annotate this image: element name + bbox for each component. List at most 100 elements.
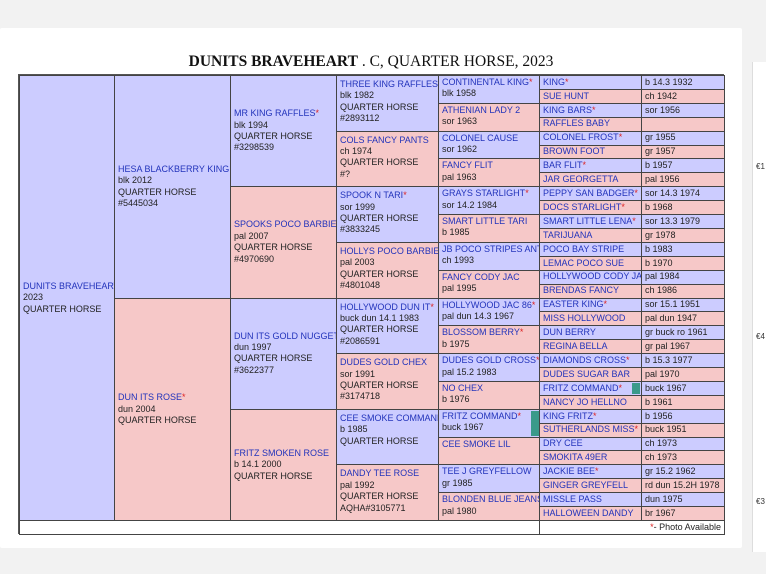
- gen3-horse[interactable]: DANDY TEE ROSE pal 1992 QUARTER HORSE AQHA#…: [336, 464, 439, 521]
- gen5-horse[interactable]: DRY CEE: [539, 436, 642, 452]
- gen3-horse-name[interactable]: CEE SMOKE COMMAND: [340, 413, 438, 423]
- gen5-horse[interactable]: LEMAC POCO SUE: [539, 255, 642, 271]
- gen5-horse-name[interactable]: DRY CEE: [543, 438, 583, 449]
- gen5-horse[interactable]: NANCY JO HELLNO: [539, 394, 642, 410]
- gen5-horse-name[interactable]: POCO BAY STRIPE: [543, 244, 624, 255]
- gen5-horse-name[interactable]: SMART LITTLE LENA: [543, 216, 632, 227]
- gen4-horse-name[interactable]: HOLLYWOOD JAC 86: [442, 300, 532, 310]
- gen4-horse-name[interactable]: JB POCO STRIPES ANT: [442, 244, 539, 254]
- gen5-horse-name[interactable]: FRITZ COMMAND: [543, 383, 619, 394]
- gen4-horse-name[interactable]: SMART LITTLE TARI: [442, 216, 527, 226]
- gen5-horse-name[interactable]: JACKIE BEE: [543, 466, 595, 477]
- gen4-horse[interactable]: SMART LITTLE TARI b 1985: [438, 214, 540, 243]
- gen4-horse[interactable]: NO CHEX b 1976: [438, 380, 540, 410]
- gen4-horse[interactable]: FANCY FLIT pal 1963: [438, 158, 540, 188]
- gen5-horse[interactable]: BAR FLIT *: [539, 158, 642, 174]
- gen5-horse[interactable]: COLONEL FROST *: [539, 130, 642, 146]
- gen3-horse[interactable]: SPOOK N TARI* sor 1999 QUARTER HORSE #38332…: [336, 186, 439, 243]
- gen4-horse-name[interactable]: NO CHEX: [442, 383, 483, 393]
- gen4-horse-name[interactable]: BLONDEN BLUE JEANS: [442, 494, 539, 504]
- gen5-horse-name[interactable]: KING: [543, 77, 565, 88]
- gen5-horse[interactable]: RAFFLES BABY: [539, 116, 642, 132]
- gen4-horse-name[interactable]: ATHENIAN LADY 2: [442, 105, 520, 115]
- subject-horse[interactable]: DUNITS BRAVEHEART 2023 QUARTER HORSE: [19, 75, 115, 521]
- gen4-horse-name[interactable]: CONTINENTAL KING: [442, 77, 529, 87]
- gen5-horse[interactable]: HALLOWEEN DANDY: [539, 506, 642, 521]
- listing-price[interactable]: €4: [756, 332, 765, 341]
- gen5-horse-name[interactable]: GINGER GREYFELL: [543, 480, 628, 491]
- gen5-horse[interactable]: JAR GEORGETTA: [539, 172, 642, 188]
- gen4-horse-name[interactable]: TEE J GREYFELLOW: [442, 466, 532, 476]
- gen5-horse-name[interactable]: MISS HOLLYWOOD: [543, 313, 625, 324]
- gen5-horse[interactable]: HOLLYWOOD CODY JAC: [539, 269, 642, 285]
- gen3-horse-name[interactable]: DUDES GOLD CHEX: [340, 357, 427, 367]
- gen5-horse-name[interactable]: SMOKITA 49ER: [543, 452, 607, 463]
- gen5-horse[interactable]: BROWN FOOT: [539, 144, 642, 160]
- gen4-horse[interactable]: ATHENIAN LADY 2 sor 1963: [438, 102, 540, 132]
- gen2-horse-name[interactable]: FRITZ SMOKEN ROSE: [234, 448, 329, 458]
- gen4-horse[interactable]: DUDES GOLD CROSS* pal 15.2 1983: [438, 353, 540, 382]
- gen4-horse[interactable]: CEE SMOKE LIL: [438, 436, 540, 466]
- gen5-horse[interactable]: JACKIE BEE *: [539, 464, 642, 480]
- gen5-horse-name[interactable]: BAR FLIT: [543, 160, 583, 171]
- listing-price[interactable]: €3: [756, 497, 765, 506]
- gen5-horse[interactable]: FRITZ COMMAND *: [539, 380, 642, 396]
- gen5-horse-name[interactable]: HOLLYWOOD CODY JAC: [543, 271, 641, 282]
- gen5-horse-name[interactable]: EASTER KING: [543, 299, 604, 310]
- subject-horse-name[interactable]: DUNITS BRAVEHEART: [23, 281, 114, 291]
- gen4-horse-name[interactable]: DUDES GOLD CROSS: [442, 355, 536, 365]
- gen5-horse[interactable]: KING BARS *: [539, 102, 642, 118]
- gen5-horse-name[interactable]: DIAMONDS CROSS: [543, 355, 626, 366]
- gen5-horse-name[interactable]: SUTHERLANDS MISS: [543, 424, 635, 435]
- gen2-horse[interactable]: SPOOKS POCO BARBIE*pal 2007QUARTER HORSE…: [230, 186, 337, 299]
- dam-name[interactable]: DUN ITS ROSE: [118, 392, 182, 402]
- gen5-horse-name[interactable]: SUE HUNT: [543, 91, 589, 102]
- gen5-horse[interactable]: SMART LITTLE LENA *: [539, 214, 642, 229]
- gen3-horse[interactable]: HOLLYWOOD DUN IT* buck dun 14.1 1983 QUART…: [336, 297, 439, 355]
- gen2-horse-name[interactable]: SPOOKS POCO BARBIE: [234, 220, 336, 230]
- gen5-horse[interactable]: SUE HUNT: [539, 88, 642, 104]
- gen3-horse-name[interactable]: DANDY TEE ROSE: [340, 468, 419, 478]
- gen3-horse-name[interactable]: HOLLYWOOD DUN IT: [340, 302, 430, 312]
- gen4-horse[interactable]: COLONEL CAUSE sor 1962: [438, 130, 540, 160]
- gen5-horse[interactable]: EASTER KING *: [539, 297, 642, 313]
- dam[interactable]: DUN ITS ROSE* dun 2004 QUARTER HORSE: [114, 297, 231, 521]
- gen3-horse[interactable]: CEE SMOKE COMMAND b 1985 QUARTER HORSE: [336, 408, 439, 466]
- gen5-horse[interactable]: TARIJUANA: [539, 227, 642, 243]
- gen5-horse[interactable]: DUN BERRY: [539, 325, 642, 341]
- gen5-horse[interactable]: PEPPY SAN BADGER *: [539, 186, 642, 202]
- gen2-horse-name[interactable]: DUN ITS GOLD NUGGET: [234, 331, 336, 341]
- gen4-horse[interactable]: BLOSSOM BERRY* b 1975: [438, 325, 540, 355]
- gen5-horse-name[interactable]: REGINA BELLA: [543, 341, 608, 352]
- gen4-horse-name[interactable]: CEE SMOKE LIL: [442, 439, 511, 449]
- gen3-horse[interactable]: HOLLYS POCO BARBIE pal 2003 QUARTER HORSE #…: [336, 241, 439, 299]
- gen5-horse[interactable]: POCO BAY STRIPE: [539, 241, 642, 257]
- gen5-horse[interactable]: GINGER GREYFELL: [539, 478, 642, 494]
- gen4-horse[interactable]: GRAYS STARLIGHT* sor 14.2 1984: [438, 186, 540, 216]
- gen5-horse-name[interactable]: RAFFLES BABY: [543, 118, 610, 129]
- gen5-horse-name[interactable]: PEPPY SAN BADGER: [543, 188, 634, 199]
- gen4-horse[interactable]: CONTINENTAL KING* blk 1958: [438, 75, 540, 104]
- gen3-horse[interactable]: THREE KING RAFFLES*blk 1982QUARTER HORSE…: [336, 75, 439, 132]
- gen5-horse[interactable]: SUTHERLANDS MISS *: [539, 422, 642, 438]
- gen5-horse[interactable]: DUDES SUGAR BAR: [539, 367, 642, 382]
- sire[interactable]: HESA BLACKBERRY KING blk 2012 QUARTER HORS…: [114, 75, 231, 299]
- gen5-horse-name[interactable]: DUN BERRY: [543, 327, 596, 338]
- gen5-horse-name[interactable]: DOCS STARLIGHT: [543, 202, 621, 213]
- gen3-horse-name[interactable]: SPOOK N TARI: [340, 190, 403, 200]
- gen4-horse[interactable]: BLONDEN BLUE JEANS pal 1980: [438, 492, 540, 521]
- gen5-horse-name[interactable]: BROWN FOOT: [543, 146, 605, 157]
- gen3-horse-name[interactable]: COLS FANCY PANTS: [340, 135, 429, 145]
- sire-name[interactable]: HESA BLACKBERRY KING: [118, 164, 229, 174]
- gen3-horse[interactable]: COLS FANCY PANTS ch 1974 QUARTER HORSE #?: [336, 130, 439, 188]
- gen5-horse-name[interactable]: LEMAC POCO SUE: [543, 258, 624, 269]
- gen5-horse-name[interactable]: NANCY JO HELLNO: [543, 397, 627, 408]
- gen2-horse[interactable]: MR KING RAFFLES* blk 1994 QUARTER HORSE #32…: [230, 75, 337, 188]
- gen5-horse[interactable]: MISSLE PASS: [539, 492, 642, 508]
- gen4-horse-name[interactable]: BLOSSOM BERRY: [442, 327, 520, 337]
- gen3-horse-name[interactable]: HOLLYS POCO BARBIE: [340, 246, 438, 256]
- gen5-horse-name[interactable]: KING BARS: [543, 105, 592, 116]
- gen4-horse-name[interactable]: FANCY FLIT: [442, 160, 493, 170]
- gen5-horse-name[interactable]: TARIJUANA: [543, 230, 592, 241]
- gen5-horse-name[interactable]: KING FRITZ: [543, 411, 593, 422]
